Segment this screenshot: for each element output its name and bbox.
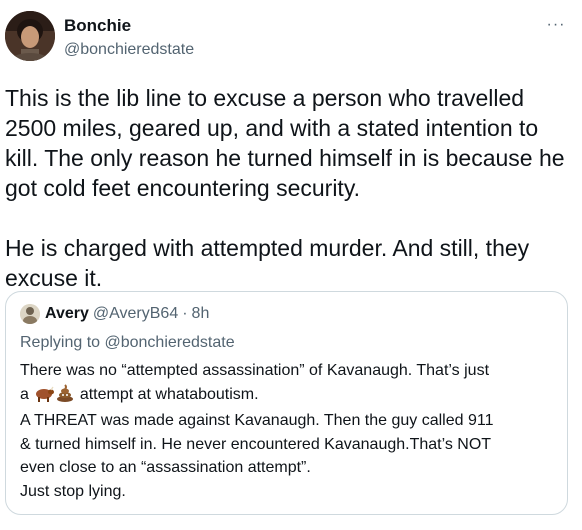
tweet-card: Bonchie @bonchieredstate ··· This is the…	[0, 0, 582, 530]
more-options-button[interactable]: ···	[541, 10, 571, 40]
quote-author-handle[interactable]: @AveryB64	[93, 303, 178, 325]
tweet-paragraph: This is the lib line to excuse a person …	[5, 85, 565, 201]
tweet-paragraph: He is charged with attempted murder. And…	[5, 235, 530, 291]
author-avatar[interactable]	[5, 11, 55, 61]
more-icon: ···	[546, 16, 566, 33]
quoted-tweet[interactable]: Avery @AveryB64 · 8h Replying to @bonchi…	[5, 291, 568, 515]
quote-separator: ·	[182, 305, 188, 322]
tweet-text: This is the lib line to excuse a person …	[5, 83, 565, 293]
quote-line: & turned himself in. He never encountere…	[20, 435, 492, 453]
quote-header: Avery @AveryB64 · 8h	[20, 303, 209, 325]
quote-line: Just stop lying.	[20, 482, 126, 500]
person-avatar-icon	[5, 11, 55, 61]
replying-to: Replying to @bonchieredstate	[20, 334, 235, 351]
quote-author-name[interactable]: Avery	[45, 303, 89, 325]
author-handle[interactable]: @bonchieredstate	[64, 39, 194, 61]
quote-line-prefix: a	[20, 385, 29, 403]
quote-line: There was no “attempted assassination” o…	[20, 362, 490, 379]
pile-of-poo-emoji-icon	[56, 383, 74, 410]
author-name[interactable]: Bonchie	[64, 15, 131, 37]
quote-line-suffix: attempt at whataboutism.	[79, 385, 259, 403]
ox-emoji-icon	[34, 386, 55, 410]
quote-avatar	[20, 304, 40, 324]
quote-line: even close to an “assassination attempt”…	[20, 459, 311, 476]
quote-line: A THREAT was made against Kavanaugh. The…	[20, 412, 494, 429]
quote-timestamp[interactable]: 8h	[192, 303, 210, 325]
quote-text: There was no “attempted assassination” o…	[20, 359, 560, 503]
quote-line: a attempt at whataboutism.	[20, 383, 560, 410]
quote-avatar-icon	[20, 304, 40, 324]
